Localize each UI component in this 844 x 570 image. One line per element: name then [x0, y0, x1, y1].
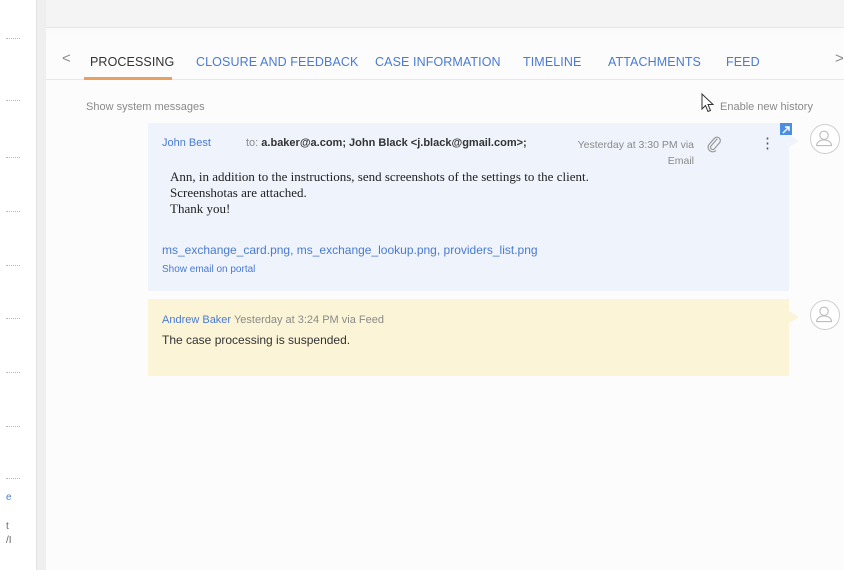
tabs-next-icon[interactable]: > [835, 50, 844, 67]
sidebar-text-fragment: t [6, 521, 9, 532]
sidebar-divider [6, 426, 20, 427]
to-label: to: [246, 137, 259, 149]
feed-timestamp: Yesterday at 3:24 PM via Feed [233, 314, 384, 326]
sidebar-text-fragment: /I [6, 535, 12, 546]
left-sidebar: e t /I [0, 0, 36, 570]
case-detail-panel: < PROCESSING CLOSURE AND FEEDBACK CASE I… [46, 34, 844, 570]
email-body-line: Screenshotas are attached. [170, 185, 307, 200]
app-root: e t /I < PROCESSING CLOSURE AND FEEDBACK… [0, 0, 844, 570]
avatar [810, 300, 840, 330]
recipients-list: a.baker@a.com; John Black <j.black@gmail… [261, 137, 527, 149]
sidebar-text-fragment[interactable]: e [6, 492, 12, 503]
mouse-cursor-icon [701, 93, 715, 113]
message-pointer [789, 311, 799, 323]
tab-timeline[interactable]: TIMELINE [523, 55, 581, 69]
panel-separator [36, 0, 46, 570]
sidebar-divider [6, 157, 20, 158]
enable-new-history-toggle[interactable]: Enable new history [720, 101, 813, 113]
sidebar-divider [6, 372, 20, 373]
sidebar-divider [6, 211, 20, 212]
email-body: Ann, in addition to the instructions, se… [170, 169, 589, 217]
active-tab-indicator [84, 77, 172, 80]
tab-feed[interactable]: FEED [726, 55, 760, 69]
avatar [810, 124, 840, 154]
user-avatar-icon [816, 306, 833, 323]
email-recipients: to: a.baker@a.com; John Black <j.black@g… [246, 137, 527, 149]
sidebar-divider [6, 478, 20, 479]
user-avatar-icon [816, 130, 833, 147]
tab-attachments[interactable]: ATTACHMENTS [608, 55, 701, 69]
open-external-icon[interactable] [780, 123, 792, 135]
tab-case-information[interactable]: CASE INFORMATION [375, 55, 501, 69]
email-author-link[interactable]: John Best [162, 137, 211, 149]
feed-message: Andrew Baker Yesterday at 3:24 PM via Fe… [148, 299, 799, 376]
paperclip-icon[interactable] [706, 135, 722, 153]
feed-message-text: The case processing is suspended. [162, 333, 351, 347]
feed-message-header: Andrew Baker Yesterday at 3:24 PM via Fe… [162, 314, 384, 326]
feed-author-link[interactable]: Andrew Baker [162, 314, 231, 326]
message-pointer [789, 135, 799, 147]
top-header-bar [46, 0, 844, 28]
tab-processing[interactable]: PROCESSING [90, 55, 174, 69]
email-body-line: Ann, in addition to the instructions, se… [170, 169, 589, 184]
tabs-prev-icon[interactable]: < [62, 50, 71, 67]
sidebar-divider [6, 318, 20, 319]
sidebar-divider [6, 265, 20, 266]
tab-bar: < PROCESSING CLOSURE AND FEEDBACK CASE I… [46, 34, 844, 80]
show-system-messages-link[interactable]: Show system messages [86, 101, 205, 113]
sidebar-divider [6, 38, 20, 39]
show-email-on-portal-link[interactable]: Show email on portal [162, 264, 255, 275]
attachment-links[interactable]: ms_exchange_card.png, ms_exchange_lookup… [162, 243, 538, 257]
more-options-icon[interactable]: ⋮ [760, 135, 775, 153]
email-message: John Best to: a.baker@a.com; John Black … [148, 123, 799, 291]
email-timestamp: Yesterday at 3:30 PM via Email [577, 139, 694, 167]
tab-closure-and-feedback[interactable]: CLOSURE AND FEEDBACK [196, 55, 358, 69]
email-body-line: Thank you! [170, 201, 231, 216]
sidebar-divider [6, 100, 20, 101]
